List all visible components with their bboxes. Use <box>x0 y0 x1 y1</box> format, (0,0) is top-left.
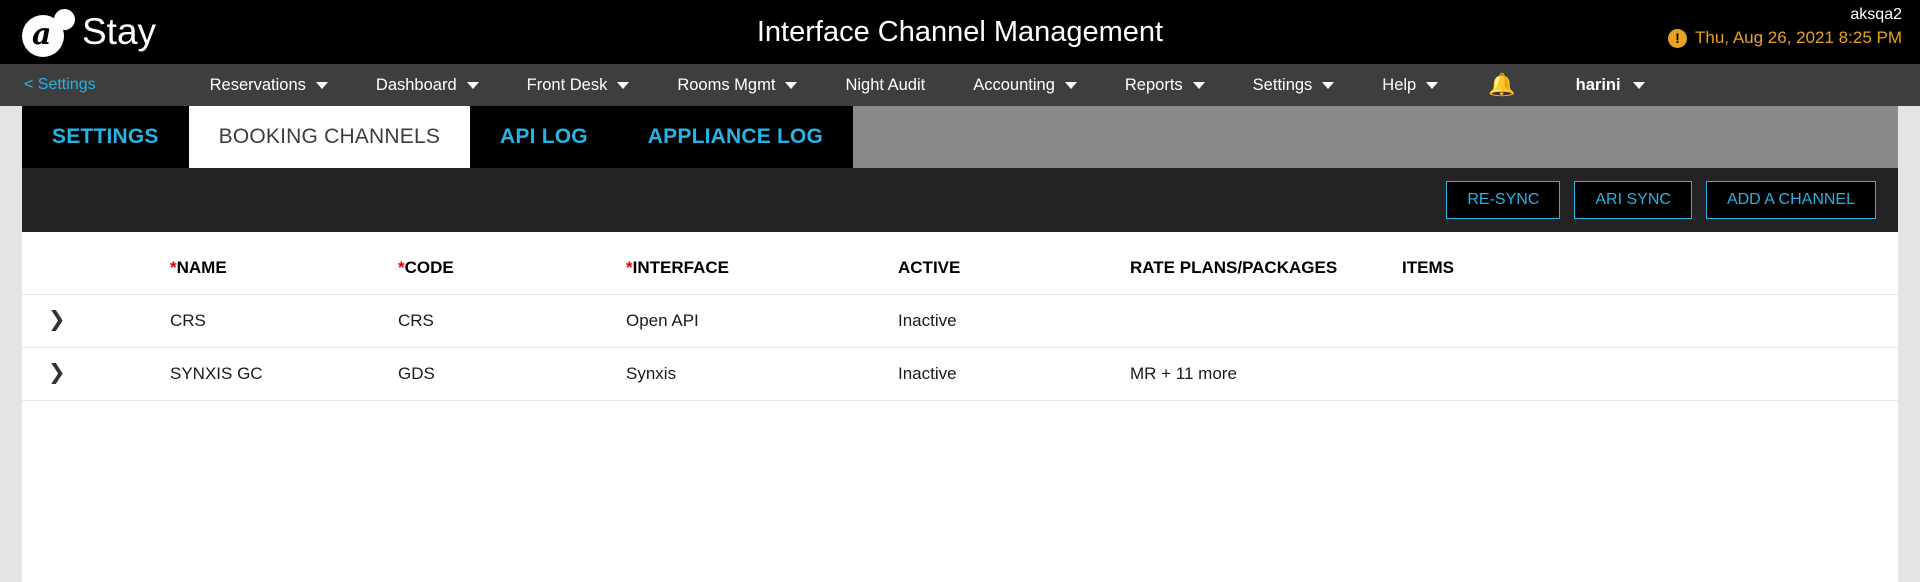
nav-item-label: Reservations <box>209 75 306 94</box>
column-label: ITEMS <box>1402 258 1454 277</box>
logo-dot-shape <box>54 9 75 30</box>
tab-label: SETTINGS <box>52 125 159 148</box>
column-items: ITEMS <box>1402 236 1898 295</box>
chevron-down-icon <box>1064 81 1077 89</box>
tab-label: APPLIANCE LOG <box>647 125 824 148</box>
cell-rate-plans <box>1130 294 1402 348</box>
chevron-right-icon: ❯ <box>48 308 66 331</box>
nav-item-accounting[interactable]: Accounting <box>949 76 1101 95</box>
tab-strip: SETTINGS BOOKING CHANNELS API LOG APPLIA… <box>22 106 1898 168</box>
table-row[interactable]: ❯ SYNXIS GC GDS Synxis Inactive MR + 11 … <box>22 347 1898 401</box>
nav-item-label: Reports <box>1124 75 1183 94</box>
column-label: RATE PLANS/PACKAGES <box>1130 258 1338 277</box>
chevron-down-icon <box>1426 81 1439 89</box>
logo-letter: a <box>32 17 52 52</box>
main-navbar: < Settings Reservations Dashboard Front … <box>0 64 1920 106</box>
tab-label: API LOG <box>500 125 588 148</box>
nav-item-help[interactable]: Help <box>1358 76 1462 95</box>
re-sync-button[interactable]: RE-SYNC <box>1446 181 1561 219</box>
channels-table: *NAME *CODE *INTERFACE ACTIVE RATE PLANS… <box>22 236 1898 401</box>
back-to-settings-link[interactable]: < Settings <box>24 76 96 94</box>
page-body: SETTINGS BOOKING CHANNELS API LOG APPLIA… <box>0 106 1920 582</box>
cell-interface: Synxis <box>626 347 898 401</box>
tab-booking-channels[interactable]: BOOKING CHANNELS <box>188 106 471 168</box>
nav-item-label: Front Desk <box>526 75 608 94</box>
column-code: *CODE <box>398 236 626 295</box>
cell-name: SYNXIS GC <box>170 347 398 401</box>
datetime-row: ! Thu, Aug 26, 2021 8:25 PM <box>1668 28 1902 48</box>
column-name: *NAME <box>170 236 398 295</box>
nav-item-label: Accounting <box>973 75 1055 94</box>
tab-api-log[interactable]: API LOG <box>470 106 618 168</box>
expand-row-toggle[interactable]: ❯ <box>22 347 170 401</box>
channels-panel: SETTINGS BOOKING CHANNELS API LOG APPLIA… <box>22 106 1898 582</box>
cell-active: Inactive <box>898 347 1130 401</box>
nav-item-label: Rooms Mgmt <box>677 75 776 94</box>
cell-name: CRS <box>170 294 398 348</box>
nav-item-label: Settings <box>1252 75 1313 94</box>
notification-bell-icon[interactable]: 🔔 <box>1488 74 1515 96</box>
column-label: CODE <box>404 258 454 277</box>
brand-name: Stay <box>82 11 157 52</box>
brand-logo-icon: a <box>22 7 84 57</box>
column-label: NAME <box>176 258 227 277</box>
chevron-down-icon <box>1632 81 1645 89</box>
tab-settings[interactable]: SETTINGS <box>22 106 189 168</box>
app-header: a Stay Interface Channel Management aksq… <box>0 0 1920 64</box>
nav-item-night-audit[interactable]: Night Audit <box>821 76 949 95</box>
cell-code: GDS <box>398 347 626 401</box>
column-label: INTERFACE <box>632 258 729 277</box>
add-a-channel-button[interactable]: ADD A CHANNEL <box>1705 181 1876 219</box>
chevron-down-icon <box>1322 81 1335 89</box>
table-row[interactable]: ❯ CRS CRS Open API Inactive <box>22 294 1898 348</box>
cell-active: Inactive <box>898 294 1130 348</box>
chevron-right-icon: ❯ <box>48 361 66 384</box>
required-asterisk: * <box>626 258 633 277</box>
cell-items <box>1402 347 1898 401</box>
table-header-row: *NAME *CODE *INTERFACE ACTIVE RATE PLANS… <box>22 236 1898 295</box>
column-label: ACTIVE <box>898 258 961 277</box>
cell-items <box>1402 294 1898 348</box>
nav-item-label: Night Audit <box>845 75 926 94</box>
header-user-block: aksqa2 ! Thu, Aug 26, 2021 8:25 PM <box>1668 4 1902 48</box>
column-interface: *INTERFACE <box>626 236 898 295</box>
required-asterisk: * <box>170 258 177 277</box>
cell-code: CRS <box>398 294 626 348</box>
nav-item-reports[interactable]: Reports <box>1101 76 1229 95</box>
expand-row-toggle[interactable]: ❯ <box>22 294 170 348</box>
chevron-down-icon <box>315 81 328 89</box>
cell-interface: Open API <box>626 294 898 348</box>
chevron-down-icon <box>617 81 630 89</box>
page-title: Interface Channel Management <box>756 15 1164 48</box>
nav-item-dashboard[interactable]: Dashboard <box>352 76 503 95</box>
column-rate-plans: RATE PLANS/PACKAGES <box>1130 236 1402 295</box>
chevron-down-icon <box>466 81 479 89</box>
user-menu-label: harini <box>1575 75 1621 94</box>
cell-rate-plans: MR + 11 more <box>1130 347 1402 401</box>
nav-item-rooms-mgmt[interactable]: Rooms Mgmt <box>653 76 821 95</box>
nav-item-reservations[interactable]: Reservations <box>186 76 352 95</box>
nav-items: Reservations Dashboard Front Desk Rooms … <box>186 74 1645 96</box>
column-expand <box>22 236 170 295</box>
nav-item-label: Dashboard <box>375 75 457 94</box>
chevron-down-icon <box>1192 81 1205 89</box>
brand-logo[interactable]: a Stay <box>22 0 156 64</box>
business-datetime: Thu, Aug 26, 2021 8:25 PM <box>1695 28 1902 47</box>
nav-item-label: Help <box>1382 75 1417 94</box>
exclamation-icon: ! <box>1668 28 1688 48</box>
column-active: ACTIVE <box>898 236 1130 295</box>
account-name: aksqa2 <box>1850 6 1902 23</box>
required-asterisk: * <box>398 258 405 277</box>
nav-item-front-desk[interactable]: Front Desk <box>503 76 654 95</box>
chevron-down-icon <box>785 81 798 89</box>
tab-appliance-log[interactable]: APPLIANCE LOG <box>617 106 854 168</box>
tab-label: BOOKING CHANNELS <box>218 125 441 148</box>
nav-item-settings[interactable]: Settings <box>1229 76 1359 95</box>
ari-sync-button[interactable]: ARI SYNC <box>1574 181 1692 219</box>
channels-table-wrap: *NAME *CODE *INTERFACE ACTIVE RATE PLANS… <box>22 232 1898 582</box>
user-menu[interactable]: harini <box>1576 76 1645 95</box>
action-toolbar: RE-SYNC ARI SYNC ADD A CHANNEL <box>22 168 1898 232</box>
